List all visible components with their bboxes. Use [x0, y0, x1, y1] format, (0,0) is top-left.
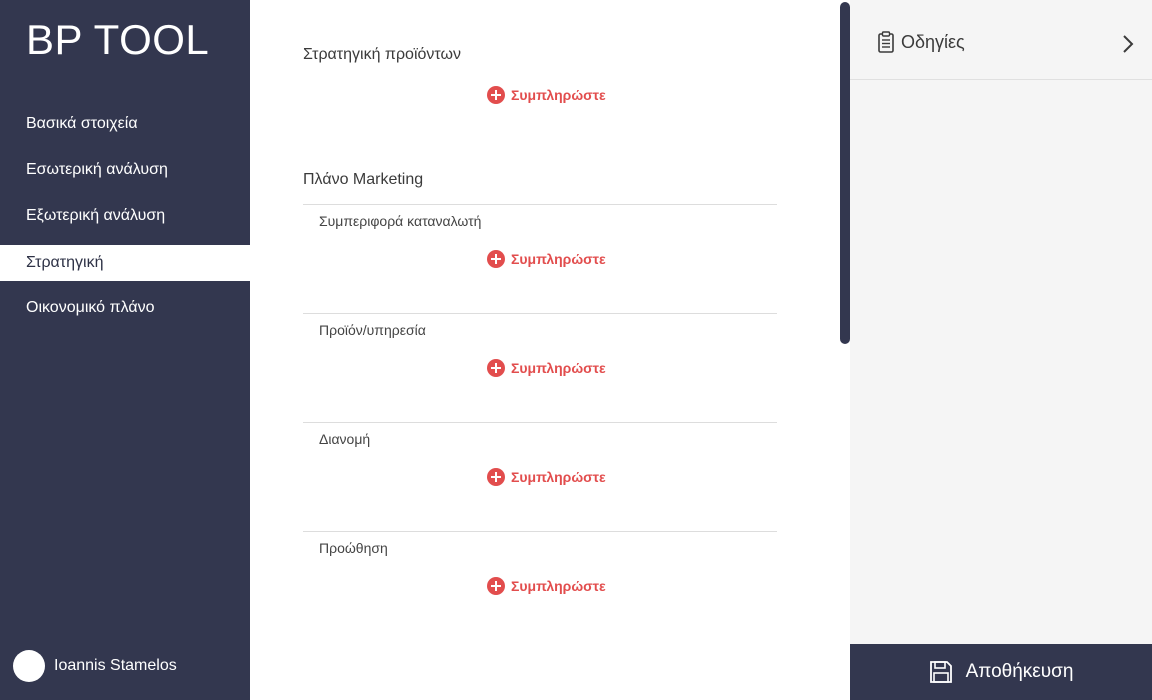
plus-circle-icon: [487, 468, 505, 486]
divider: [303, 531, 777, 532]
sidebar-item-basic-info[interactable]: Βασικά στοιχεία: [0, 102, 250, 148]
save-button-label: Αποθήκευση: [965, 661, 1074, 682]
sidebar-item-strategy[interactable]: Στρατηγική: [0, 245, 250, 281]
avatar: [13, 650, 45, 682]
main-content: [250, 0, 850, 700]
sidebar-item-internal-analysis[interactable]: Εσωτερική ανάλυση: [0, 148, 250, 194]
clipboard-icon: [878, 31, 894, 53]
subsection-title-consumer-behavior: Συμπεριφορά καταναλωτή: [319, 213, 482, 229]
floppy-disk-icon: [929, 661, 952, 683]
fill-button-label: Συμπληρώστε: [511, 360, 606, 376]
chevron-right-icon[interactable]: [1122, 34, 1134, 54]
fill-button-label: Συμπληρώστε: [511, 87, 606, 103]
sidebar-item-financial-plan[interactable]: Οικονομικό πλάνο: [0, 286, 250, 332]
subsection-title-promotion: Προώθηση: [319, 540, 388, 556]
main-scrollbar[interactable]: [840, 2, 850, 344]
fill-button-product-strategy[interactable]: Συμπληρώστε: [487, 86, 606, 104]
sidebar: BP TOOL Βασικά στοιχεία Εσωτερική ανάλυσ…: [0, 0, 250, 700]
subsection-title-distribution: Διανομή: [319, 431, 371, 447]
fill-button-promotion[interactable]: Συμπληρώστε: [487, 577, 606, 595]
sidebar-item-external-analysis[interactable]: Εξωτερική ανάλυση: [0, 194, 250, 240]
plus-circle-icon: [487, 359, 505, 377]
divider: [303, 422, 777, 423]
instructions-panel: Οδηγίες Αποθήκευση: [850, 0, 1152, 700]
fill-button-consumer-behavior[interactable]: Συμπληρώστε: [487, 250, 606, 268]
instructions-header: Οδηγίες: [850, 0, 1152, 80]
plus-circle-icon: [487, 577, 505, 595]
fill-button-label: Συμπληρώστε: [511, 469, 606, 485]
sidebar-nav: Βασικά στοιχεία Εσωτερική ανάλυση Εξωτερ…: [0, 102, 250, 332]
section-title-marketing-plan: Πλάνο Marketing: [303, 171, 424, 188]
fill-button-product-service[interactable]: Συμπληρώστε: [487, 359, 606, 377]
fill-button-label: Συμπληρώστε: [511, 578, 606, 594]
plus-circle-icon: [487, 250, 505, 268]
subsection-title-product-service: Προϊόν/υπηρεσία: [319, 322, 426, 338]
divider: [303, 204, 777, 205]
section-title-product-strategy: Στρατηγική προϊόντων: [303, 46, 461, 63]
save-button[interactable]: Αποθήκευση: [850, 644, 1152, 700]
user-profile[interactable]: Ioannis Stamelos: [13, 650, 177, 682]
user-name: Ioannis Stamelos: [54, 657, 177, 674]
fill-button-label: Συμπληρώστε: [511, 251, 606, 267]
app-title: BP TOOL: [26, 16, 210, 63]
instructions-title: Οδηγίες: [901, 32, 965, 52]
divider: [303, 313, 777, 314]
fill-button-distribution[interactable]: Συμπληρώστε: [487, 468, 606, 486]
plus-circle-icon: [487, 86, 505, 104]
